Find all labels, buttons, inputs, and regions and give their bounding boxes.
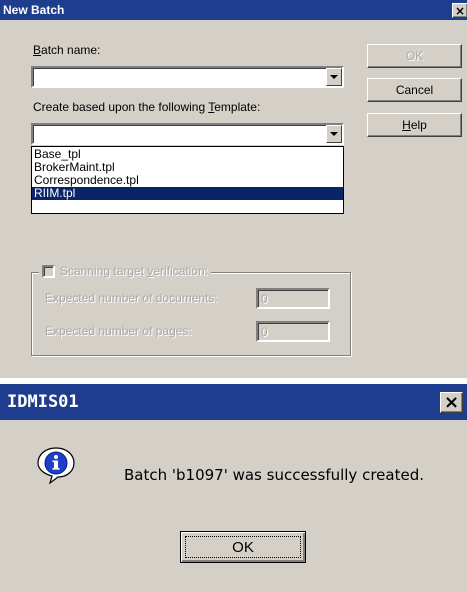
message-titlebar: IDMIS01	[0, 384, 467, 420]
template-option-selected[interactable]: RIIM.tpl	[32, 187, 343, 200]
batch-name-combobox[interactable]	[31, 66, 344, 88]
message-text: Batch 'b1097' was successfully created.	[124, 466, 424, 484]
new-batch-dialog: New Batch × Batch name: Create based upo…	[0, 0, 467, 378]
chevron-down-icon	[330, 75, 338, 79]
help-button[interactable]: Help	[367, 113, 462, 137]
scanning-label: Scanning target verification:	[60, 264, 209, 278]
batch-name-dropdown-button[interactable]	[326, 68, 342, 86]
expected-docs-label: Expected number of documents:	[45, 291, 218, 305]
scanning-group-legend: Scanning target verification:	[39, 264, 212, 278]
new-batch-title: New Batch	[3, 3, 65, 17]
ok-button[interactable]: OK	[367, 44, 462, 68]
template-dropdown-list: Base_tpl BrokerMaint.tpl Correspondence.…	[31, 146, 344, 214]
template-label: Create based upon the following Template…	[33, 100, 261, 114]
message-title: IDMIS01	[7, 392, 79, 412]
template-combobox[interactable]	[31, 123, 344, 145]
scanning-checkbox[interactable]	[42, 264, 55, 278]
info-icon	[37, 447, 75, 484]
message-ok-button[interactable]: OK	[180, 531, 306, 563]
expected-pages-label: Expected number of pages:	[45, 324, 192, 338]
batch-name-label: Batch name:	[33, 43, 101, 57]
scanning-group	[31, 272, 351, 356]
template-option[interactable]: Correspondence.tpl	[32, 174, 343, 187]
template-dropdown-button[interactable]	[326, 125, 342, 143]
chevron-down-icon	[330, 132, 338, 136]
cancel-button[interactable]: Cancel	[367, 78, 462, 102]
close-icon[interactable]: ×	[440, 392, 463, 413]
new-batch-titlebar: New Batch	[0, 0, 467, 20]
expected-docs-field[interactable]: 0	[256, 288, 330, 309]
message-dialog: IDMIS01 × Batch 'b1097' was successfully…	[0, 384, 467, 592]
expected-pages-field[interactable]: 0	[256, 321, 330, 342]
close-icon[interactable]: ×	[452, 3, 467, 18]
